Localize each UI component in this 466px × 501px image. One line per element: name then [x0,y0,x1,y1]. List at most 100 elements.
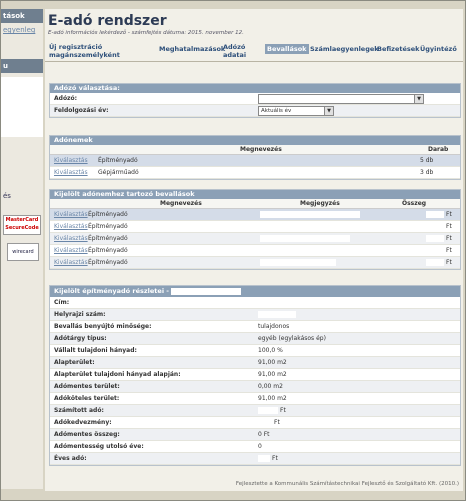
mastercard-logo: MasterCard SecureCode [3,215,41,235]
table-row: Kiválasztás Építményadó 5 db [50,155,460,167]
sidebar-link[interactable]: egyenleg [1,23,43,37]
year-select[interactable]: Aktuális év ▼ [258,106,334,116]
panel-title: Adózó választása: [50,84,460,93]
detail-label: Adómentes terület: [54,383,120,390]
detail-row: Adómentes terület: 0,00 m2 [50,381,460,393]
panel-title: Kijelölt építményadó részletei - [50,286,460,297]
select-link[interactable]: Kiválasztás [54,169,88,176]
main-content: E-adó rendszer E-adó információs lekérde… [45,9,463,491]
detail-label: Adótárgy típus: [54,335,107,342]
details-title: Kijelölt építményadó részletei - [54,287,170,295]
nav-item-registration[interactable]: Új regisztráció magánszemélyként [49,43,120,59]
detail-value-blank [258,299,318,306]
detail-value: Ft [280,407,286,414]
payment-logos: és MasterCard SecureCode wirecard [1,189,41,261]
nav-item-declarations[interactable]: Bevallások [265,44,309,54]
detail-value-blank [258,407,278,414]
currency-label: Ft [446,235,452,242]
col-header-name: Megnevezés [240,146,282,153]
detail-value: Ft [274,419,280,426]
chevron-down-icon: ▼ [324,107,333,115]
detail-value: 91,00 m2 [258,371,287,378]
col-header-sum: Összeg [402,200,427,207]
detail-row: Éves adó: Ft [50,453,460,465]
detail-label: Számított adó: [54,407,104,414]
year-row: Feldolgozási év: Aktuális év ▼ [50,105,460,117]
table-row: Kiválasztás Építményadó Ft [50,233,460,245]
table-header: Megnevezés Megjegyzés Összeg [50,199,460,209]
table-row: Kiválasztás Építményadó Ft [50,257,460,269]
detail-value: Ft [272,455,278,462]
detail-row: Adómentes összeg: 0 Ft [50,429,460,441]
table-header: Megnevezés Darab [50,145,460,155]
nav-item-taxpayer-data[interactable]: Adózó adatai [223,43,249,59]
select-link[interactable]: Kiválasztás [54,223,88,230]
detail-row: Helyrajzi szám: [50,309,460,321]
currency-label: Ft [446,247,452,254]
detail-value: egyéb (egylakásos ép) [258,335,326,342]
note-cell [260,235,350,242]
declaration-name: Építményadó [88,211,128,218]
page-title: E-adó rendszer [48,13,167,29]
tax-type-name: Gépjárműadó [98,169,139,176]
taxpayer-label: Adózó: [54,95,78,102]
declaration-name: Építményadó [88,235,128,242]
detail-label: Adókedvezmény: [54,419,112,426]
note-cell [260,223,356,230]
panel-title: Adónemek [50,136,460,145]
select-link[interactable]: Kiválasztás [54,235,88,242]
table-row: Kiválasztás Építményadó Ft [50,209,460,221]
detail-row: Adóköteles terület: 91,00 m2 [50,393,460,405]
select-link[interactable]: Kiválasztás [54,211,88,218]
detail-value: 91,00 m2 [258,395,287,402]
sum-cell [426,247,444,254]
nav-item-balances[interactable]: Számlaegyenlegek [310,45,379,53]
detail-row: Bevallás benyújtó minősége: tulajdonos [50,321,460,333]
wirecard-logo: wirecard [7,243,39,261]
app-frame: tások egyenleg u és MasterCard SecureCod… [0,0,466,501]
tax-type-count: 3 db [420,169,434,176]
nav-item-authorizations[interactable]: Meghatalmazások [159,45,225,53]
taxpayer-row: Adózó: ▼ [50,93,460,105]
detail-value-blank [258,419,272,426]
sum-cell [426,211,444,218]
taxpayer-select[interactable]: ▼ [258,94,424,104]
tax-type-name: Építményadó [98,157,138,164]
taxpayer-select-panel: Adózó választása: Adózó: ▼ Feldolgozási … [49,83,461,118]
detail-label: Adóköteles terület: [54,395,120,402]
detail-label: Helyrajzi szám: [54,311,106,318]
nav-item-payments[interactable]: Befizetések [377,45,420,53]
note-cell [260,259,336,266]
note-cell [260,211,360,218]
declaration-name: Építményadó [88,223,128,230]
footer: Fejlesztette a Kommunális Számítástechni… [235,481,459,487]
currency-label: Ft [446,259,452,266]
detail-label: Adómentes összeg: [54,431,120,438]
detail-label: Bevallás benyújtó minősége: [54,323,152,330]
top-nav: Új regisztráció magánszemélyként Meghata… [45,39,463,62]
table-row: Kiválasztás Építményadó Ft [50,221,460,233]
nav-item-administrator[interactable]: Ügyintéző [420,45,457,53]
detail-row: Adókedvezmény: Ft [50,417,460,429]
select-link[interactable]: Kiválasztás [54,259,88,266]
tax-type-count: 5 db [420,157,434,164]
detail-value: 0 [258,443,262,450]
table-row: Kiválasztás Építményadó Ft [50,245,460,257]
note-cell [260,247,356,254]
sidebar: tások egyenleg u és MasterCard SecureCod… [1,9,43,489]
page-subtitle: E-adó információs lekérdező - számfejtés… [48,30,244,36]
select-link[interactable]: Kiválasztás [54,157,88,164]
select-link[interactable]: Kiválasztás [54,247,88,254]
sidebar-header: tások [1,9,43,23]
detail-label: Cím: [54,299,70,306]
declaration-name: Építményadó [88,259,128,266]
sidebar-text: és [3,192,11,200]
sidebar-blank-area [1,77,43,137]
detail-row: Vállalt tulajdoni hányad: 100,0 % [50,345,460,357]
sidebar-header-2: u [1,59,43,73]
details-panel: Kijelölt építményadó részletei - Cím: Hel… [49,285,461,466]
currency-label: Ft [446,211,452,218]
detail-label: Alapterület tulajdoni hányad alapján: [54,371,181,378]
col-header-name: Megnevezés [160,200,202,207]
detail-value: tulajdonos [258,323,290,330]
